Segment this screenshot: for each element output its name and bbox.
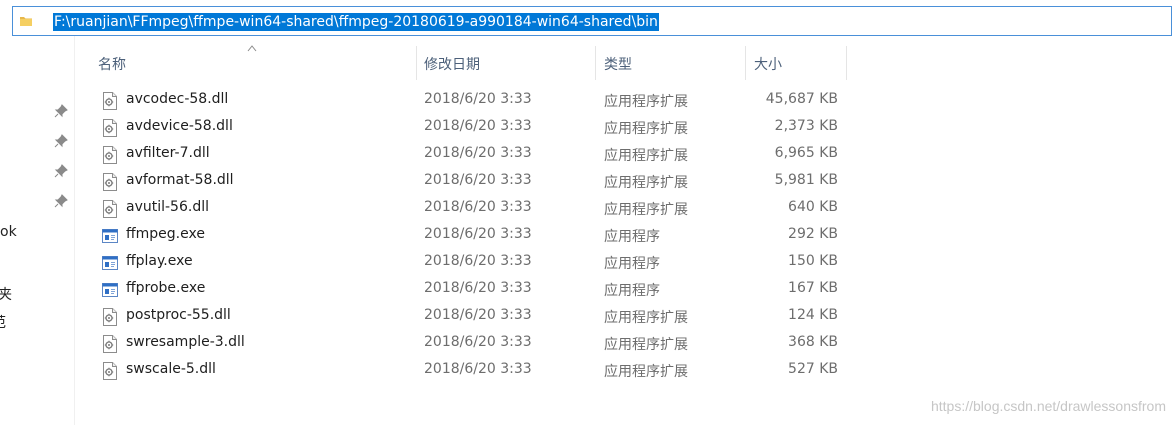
file-size: 527 KB	[788, 361, 838, 377]
file-size: 640 KB	[788, 199, 838, 215]
file-type: 应用程序扩展	[604, 148, 688, 164]
file-date: 2018/6/20 3:33	[424, 307, 532, 323]
file-row[interactable]: avcodec-58.dll 2018/6/20 3:33 应用程序扩展 45,687…	[96, 87, 856, 114]
file-row[interactable]: swresample-3.dll 2018/6/20 3:33 应用程序扩展 368 …	[96, 330, 856, 357]
file-date: 2018/6/20 3:33	[424, 253, 532, 269]
column-header-date[interactable]: 修改日期	[417, 46, 595, 80]
file-name: ffprobe.exe	[126, 280, 206, 296]
file-type: 应用程序扩展	[604, 310, 688, 326]
column-header-label: 类型	[604, 57, 632, 73]
file-size: 45,687 KB	[765, 91, 838, 107]
file-type: 应用程序	[604, 283, 660, 299]
nav-item-label[interactable]: 范	[0, 312, 6, 332]
file-row[interactable]: avformat-58.dll 2018/6/20 3:33 应用程序扩展 5,981…	[96, 168, 856, 195]
dll-file-icon	[102, 119, 118, 137]
nav-item-label[interactable]: 夹	[0, 284, 12, 304]
pin-icon[interactable]	[54, 104, 68, 118]
file-name: avfilter-7.dll	[126, 145, 210, 161]
file-name: swscale-5.dll	[126, 361, 216, 377]
watermark: https://blog.csdn.net/drawlessonsfrom	[930, 398, 1166, 414]
file-type: 应用程序扩展	[604, 202, 688, 218]
file-type: 应用程序	[604, 256, 660, 272]
file-size: 124 KB	[788, 307, 838, 323]
exe-file-icon	[102, 255, 118, 273]
file-type: 应用程序扩展	[604, 364, 688, 380]
file-date: 2018/6/20 3:33	[424, 145, 532, 161]
file-size: 368 KB	[788, 334, 838, 350]
file-type: 应用程序扩展	[604, 337, 688, 353]
dll-file-icon	[102, 200, 118, 218]
file-name: postproc-55.dll	[126, 307, 231, 323]
file-size: 5,981 KB	[774, 172, 838, 188]
column-header-label: 修改日期	[424, 57, 480, 73]
exe-file-icon	[102, 228, 118, 246]
file-date: 2018/6/20 3:33	[424, 226, 532, 242]
address-bar[interactable]: F:\ruanjian\FFmpeg\ffmpe-win64-shared\ff…	[12, 6, 1172, 36]
file-row[interactable]: avdevice-58.dll 2018/6/20 3:33 应用程序扩展 2,373…	[96, 114, 856, 141]
nav-item-label[interactable]: ok	[0, 224, 17, 240]
dll-file-icon	[102, 146, 118, 164]
file-type: 应用程序扩展	[604, 175, 688, 191]
dll-file-icon	[102, 173, 118, 191]
file-row[interactable]: postproc-55.dll 2018/6/20 3:33 应用程序扩展 124 K…	[96, 303, 856, 330]
file-name: avdevice-58.dll	[126, 118, 233, 134]
file-date: 2018/6/20 3:33	[424, 280, 532, 296]
file-name: avutil-56.dll	[126, 199, 209, 215]
column-header-label: 大小	[754, 57, 782, 73]
file-row[interactable]: ffplay.exe 2018/6/20 3:33 应用程序 150 KB	[96, 249, 856, 276]
file-type: 应用程序扩展	[604, 94, 688, 110]
file-name: avcodec-58.dll	[126, 91, 229, 107]
file-date: 2018/6/20 3:33	[424, 361, 532, 377]
file-row[interactable]: ffprobe.exe 2018/6/20 3:33 应用程序 167 KB	[96, 276, 856, 303]
file-size: 6,965 KB	[774, 145, 838, 161]
pin-icon[interactable]	[54, 164, 68, 178]
file-row[interactable]: swscale-5.dll 2018/6/20 3:33 应用程序扩展 527 KB	[96, 357, 856, 384]
column-header-label: 名称	[98, 57, 126, 73]
dll-file-icon	[102, 308, 118, 326]
file-size: 167 KB	[788, 280, 838, 296]
dll-file-icon	[102, 362, 118, 380]
file-row[interactable]: avfilter-7.dll 2018/6/20 3:33 应用程序扩展 6,965 …	[96, 141, 856, 168]
dll-file-icon	[102, 335, 118, 353]
file-name: avformat-58.dll	[126, 172, 234, 188]
column-divider[interactable]	[846, 46, 847, 80]
column-header-size[interactable]: 大小	[746, 46, 846, 80]
file-type: 应用程序扩展	[604, 121, 688, 137]
file-size: 150 KB	[788, 253, 838, 269]
file-date: 2018/6/20 3:33	[424, 172, 532, 188]
file-size: 2,373 KB	[774, 118, 838, 134]
folder-icon	[20, 17, 32, 26]
file-name: ffmpeg.exe	[126, 226, 205, 242]
file-size: 292 KB	[788, 226, 838, 242]
file-name: ffplay.exe	[126, 253, 193, 269]
exe-file-icon	[102, 282, 118, 300]
column-header-name[interactable]: 名称	[96, 46, 416, 80]
pin-icon[interactable]	[54, 134, 68, 148]
pin-icon[interactable]	[54, 194, 68, 208]
file-type: 应用程序	[604, 229, 660, 245]
navigation-pane-divider[interactable]	[74, 36, 75, 425]
address-path[interactable]: F:\ruanjian\FFmpeg\ffmpe-win64-shared\ff…	[53, 13, 659, 31]
column-header-type[interactable]: 类型	[596, 46, 745, 80]
file-row[interactable]: avutil-56.dll 2018/6/20 3:33 应用程序扩展 640 KB	[96, 195, 856, 222]
file-date: 2018/6/20 3:33	[424, 118, 532, 134]
file-name: swresample-3.dll	[126, 334, 245, 350]
file-date: 2018/6/20 3:33	[424, 91, 532, 107]
file-date: 2018/6/20 3:33	[424, 334, 532, 350]
file-date: 2018/6/20 3:33	[424, 199, 532, 215]
file-row[interactable]: ffmpeg.exe 2018/6/20 3:33 应用程序 292 KB	[96, 222, 856, 249]
dll-file-icon	[102, 92, 118, 110]
